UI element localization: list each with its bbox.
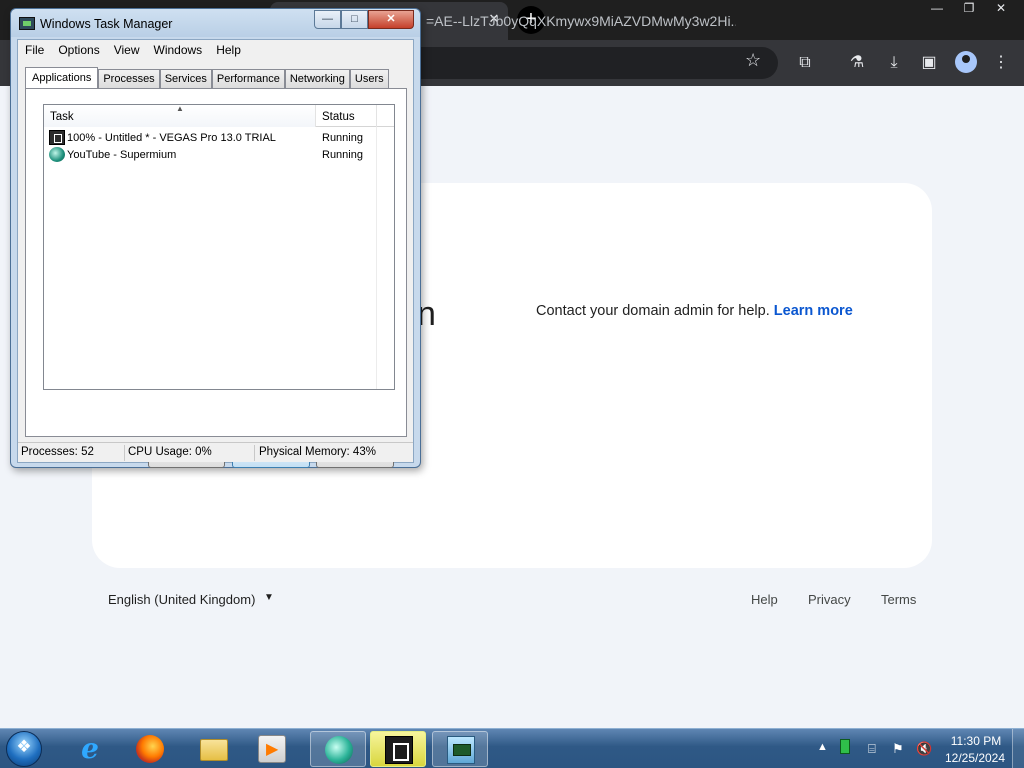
task-status: Running <box>322 149 363 161</box>
browser-close-button[interactable]: ✕ <box>988 0 1014 17</box>
status-processes: Processes: 52 <box>21 446 94 458</box>
supermium-icon <box>325 736 353 764</box>
bookmark-star-icon[interactable]: ☆ <box>745 50 761 71</box>
task-manager-titlebar[interactable]: Windows Task Manager — □ ✕ <box>11 9 420 37</box>
language-selector[interactable]: English (United Kingdom) <box>108 592 255 607</box>
footer-privacy-link[interactable]: Privacy <box>808 592 851 607</box>
task-manager-icon <box>447 736 475 764</box>
menu-bar: File Options View Windows Help <box>18 40 413 60</box>
column-header-task[interactable]: ▲ Task <box>44 104 316 127</box>
task-manager-window: Windows Task Manager — □ ✕ File Options … <box>10 8 421 468</box>
tab-applications[interactable]: Applications <box>25 67 99 89</box>
internet-explorer-icon: e <box>81 732 99 765</box>
system-tray: ▲ ⌸ ⚑ 🔇 11:30 PM 12/25/2024 <box>814 729 1024 768</box>
maximize-button[interactable]: □ <box>341 10 368 29</box>
file-explorer-icon <box>200 739 228 761</box>
chevron-down-icon[interactable]: ▼ <box>264 592 274 603</box>
network-icon[interactable]: ⌸ <box>868 741 876 757</box>
learn-more-link[interactable]: Learn more <box>774 303 853 319</box>
browser-menu-icon[interactable]: ⋮ <box>990 52 1012 74</box>
menu-file[interactable]: File <box>18 40 51 60</box>
task-name: 100% - Untitled * - VEGAS Pro 13.0 TRIAL <box>67 132 276 144</box>
menu-windows[interactable]: Windows <box>147 40 210 60</box>
firefox-icon <box>136 735 164 763</box>
browser-minimize-button[interactable]: — <box>924 0 950 17</box>
vegas-pro-icon <box>385 736 413 764</box>
taskbar-firefox[interactable] <box>122 731 178 767</box>
window-title: Windows Task Manager <box>40 17 173 31</box>
contact-admin-text: Contact your domain admin for help. Lear… <box>536 303 853 319</box>
task-status: Running <box>322 132 363 144</box>
volume-muted-icon[interactable]: 🔇 <box>916 741 932 757</box>
status-cpu: CPU Usage: 0% <box>128 446 212 458</box>
show-hidden-icons-icon[interactable]: ▲ <box>817 741 828 753</box>
taskbar-vegas-pro[interactable] <box>370 731 426 767</box>
tab-processes[interactable]: Processes <box>98 69 160 88</box>
applications-panel: ▲ Task Status 100% - Untitled * - VEGAS … <box>25 88 407 468</box>
taskbar-supermium[interactable] <box>310 731 366 767</box>
tab-networking[interactable]: Networking <box>284 69 350 88</box>
menu-view[interactable]: View <box>107 40 147 60</box>
labs-flask-icon[interactable]: ⚗ <box>846 52 868 74</box>
tab-performance[interactable]: Performance <box>211 69 285 88</box>
contact-message: Contact your domain admin for help. <box>536 303 770 319</box>
start-button[interactable] <box>6 731 42 767</box>
task-manager-icon <box>19 17 35 30</box>
profile-avatar[interactable] <box>955 51 977 73</box>
close-button[interactable]: ✕ <box>368 10 414 29</box>
sort-arrow-icon: ▲ <box>176 104 184 113</box>
browser-window-controls: — ❐ ✕ <box>924 0 1014 18</box>
action-center-flag-icon[interactable]: ⚑ <box>892 741 904 757</box>
status-divider <box>124 445 125 461</box>
media-player-icon <box>258 735 286 763</box>
column-task-label: Task <box>50 111 74 123</box>
task-name: YouTube - Supermium <box>67 149 177 161</box>
taskbar: e ▲ ⌸ ⚑ 🔇 11:30 PM 12/25/2024 <box>0 728 1024 768</box>
download-icon[interactable]: ⤓ <box>883 52 905 74</box>
menu-options[interactable]: Options <box>51 40 106 60</box>
status-divider <box>254 445 255 461</box>
status-memory: Physical Memory: 43% <box>259 446 376 458</box>
task-list[interactable]: ▲ Task Status 100% - Untitled * - VEGAS … <box>43 104 395 390</box>
browser-restore-button[interactable]: ❐ <box>956 0 982 17</box>
table-row[interactable]: YouTube - Supermium Running <box>44 147 394 164</box>
footer-terms-link[interactable]: Terms <box>881 592 916 607</box>
supermium-icon <box>49 147 65 162</box>
tab-strip: Applications Processes Services Performa… <box>25 67 389 89</box>
side-panel-icon[interactable]: ▣ <box>918 52 940 74</box>
address-bar-url[interactable]: =AE--LlzTJb0yQqXKmywx9MiAZVDMwMy3w2Hi... <box>426 13 736 29</box>
taskbar-file-explorer[interactable] <box>186 731 242 767</box>
taskbar-task-manager[interactable] <box>432 731 488 767</box>
caption-buttons: — □ ✕ <box>314 10 414 29</box>
footer-help-link[interactable]: Help <box>751 592 778 607</box>
vegas-pro-icon <box>49 130 65 145</box>
task-manager-body: File Options View Windows Help Applicati… <box>17 39 414 468</box>
tab-users[interactable]: Users <box>349 69 389 88</box>
clock-time[interactable]: 11:30 PM <box>944 734 1008 748</box>
show-desktop-button[interactable] <box>1012 729 1024 768</box>
status-bar: Processes: 52 CPU Usage: 0% Physical Mem… <box>18 442 413 462</box>
menu-help[interactable]: Help <box>209 40 248 60</box>
tab-services[interactable]: Services <box>159 69 212 88</box>
task-list-header: ▲ Task Status <box>44 104 394 127</box>
column-header-status[interactable]: Status <box>317 105 377 127</box>
battery-icon[interactable] <box>840 739 850 754</box>
address-bar[interactable] <box>380 47 778 79</box>
clock-date[interactable]: 12/25/2024 <box>942 751 1008 765</box>
minimize-button[interactable]: — <box>314 10 341 29</box>
list-scroll-strip <box>376 127 394 389</box>
taskbar-internet-explorer[interactable]: e <box>62 731 118 767</box>
table-row[interactable]: 100% - Untitled * - VEGAS Pro 13.0 TRIAL… <box>44 130 394 147</box>
extensions-icon[interactable]: ⧉ <box>794 52 816 74</box>
taskbar-media-player[interactable] <box>244 731 300 767</box>
